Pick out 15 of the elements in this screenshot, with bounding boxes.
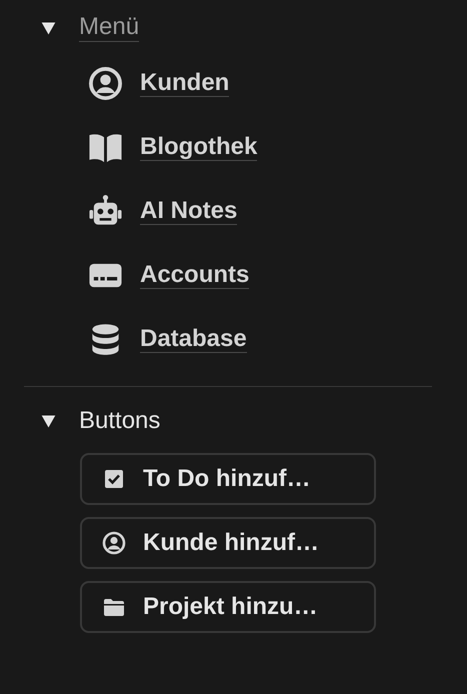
collapse-toggle-icon[interactable] (40, 412, 57, 430)
checkbox-icon (102, 467, 126, 491)
page-link[interactable]: Kunden (140, 68, 230, 98)
add-button[interactable]: Kunde hinzuf… (80, 517, 376, 569)
page-link[interactable]: Accounts (140, 260, 250, 290)
collapse-toggle-icon[interactable] (40, 20, 57, 36)
section-title: Buttons (79, 407, 160, 435)
add-button[interactable]: To Do hinzuf… (80, 453, 376, 505)
page-link[interactable]: Database (140, 324, 247, 354)
section-title[interactable]: Menü (79, 14, 140, 42)
page-link[interactable]: AI Notes (140, 196, 238, 226)
person-icon (102, 531, 126, 555)
page-link[interactable]: Blogothek (140, 132, 258, 162)
person-icon (88, 66, 123, 100)
add-button[interactable]: Projekt hinzu… (80, 581, 376, 633)
